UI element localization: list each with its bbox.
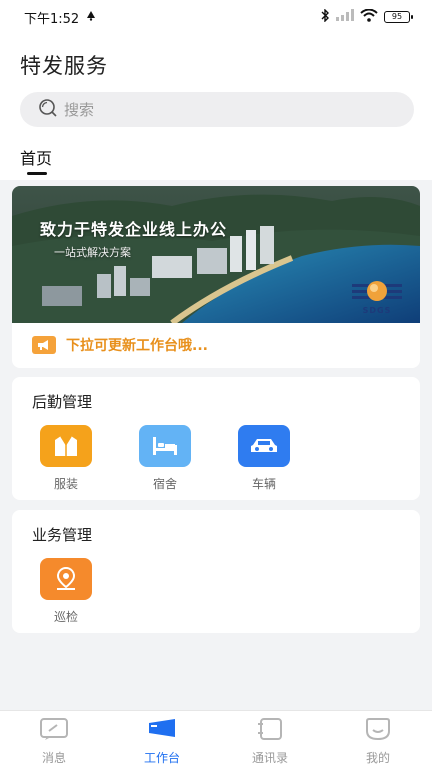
search-icon [38, 98, 64, 122]
tab-label: 通讯录 [251, 751, 288, 765]
clothing-icon [40, 425, 92, 467]
header: 下午1:52 95 特发服务 搜索 首页 [0, 0, 432, 180]
grid-item-dormitory[interactable]: 宿舍 [135, 425, 195, 492]
grid-item-label: 服装 [53, 477, 78, 491]
tab-label: 我的 [365, 751, 390, 765]
search-placeholder: 搜索 [64, 101, 95, 119]
profile-icon [363, 717, 393, 745]
status-bar: 下午1:52 95 [0, 0, 432, 34]
grid-item-label: 车辆 [251, 477, 276, 491]
section-title: 业务管理 [32, 526, 93, 544]
tab-label: 工作台 [143, 751, 180, 765]
grid-item-inspection[interactable]: 巡检 [36, 558, 96, 625]
battery-indicator: 95 [384, 11, 413, 23]
grid-item-label: 宿舍 [152, 477, 177, 491]
page-title: 特发服务 [20, 54, 108, 78]
location-pin-icon [40, 558, 92, 600]
logo-text: SDGS [362, 306, 392, 315]
tab-profile[interactable]: 我的 [324, 711, 432, 768]
logistics-section: 后勤管理 服装 宿舍 车辆 [12, 377, 420, 500]
banner-card: 致力于特发企业线上办公 一站式解决方案 SDGS 下拉可更新工作台哦... [12, 186, 420, 368]
notice-text: 下拉可更新工作台哦... [66, 338, 208, 354]
search-input[interactable]: 搜索 [20, 92, 414, 127]
sdgs-logo: SDGS [350, 278, 404, 316]
megaphone-icon [32, 336, 56, 354]
grid-item-label: 巡检 [53, 610, 78, 624]
tab-label: 消息 [41, 751, 66, 765]
tab-contacts[interactable]: 通讯录 [216, 711, 324, 768]
section-title: 后勤管理 [32, 393, 93, 411]
car-icon [238, 425, 290, 467]
bed-icon [139, 425, 191, 467]
banner-subtitle: 一站式解决方案 [54, 246, 131, 259]
tab-messages[interactable]: 消息 [0, 711, 108, 768]
tab-home[interactable]: 首页 [20, 145, 52, 169]
tab-indicator [27, 172, 47, 175]
bluetooth-icon [320, 7, 330, 26]
message-icon [39, 717, 69, 745]
contacts-icon [255, 717, 285, 745]
business-section: 业务管理 巡检 [12, 510, 420, 633]
notification-icon [85, 9, 97, 25]
status-time: 下午1:52 [24, 11, 80, 27]
bottom-tab-bar: 消息 工作台 通讯录 我的 [0, 710, 432, 768]
signal-icon [336, 9, 354, 25]
grid-item-vehicle[interactable]: 车辆 [234, 425, 294, 492]
banner-title: 致力于特发企业线上办公 [40, 220, 228, 239]
wifi-icon [360, 8, 378, 26]
tab-workbench[interactable]: 工作台 [108, 711, 216, 768]
grid-item-clothing[interactable]: 服装 [36, 425, 96, 492]
refresh-notice: 下拉可更新工作台哦... [32, 335, 208, 355]
banner-image[interactable]: 致力于特发企业线上办公 一站式解决方案 SDGS [12, 186, 420, 323]
workbench-icon [147, 717, 177, 745]
